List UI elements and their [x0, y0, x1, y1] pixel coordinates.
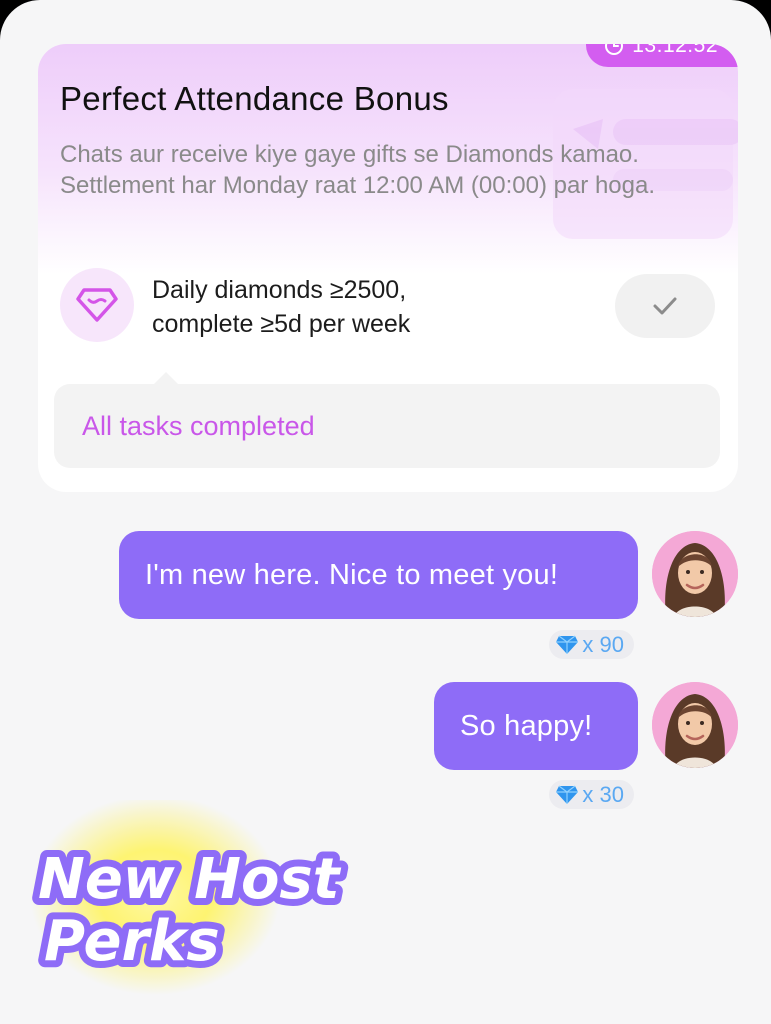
clock-icon — [605, 44, 624, 55]
chat-message-text: So happy! — [460, 709, 593, 742]
gift-count: x 30 — [582, 781, 624, 807]
avatar-portrait — [652, 531, 738, 617]
chat-message-text: I'm new here. Nice to meet you! — [145, 558, 559, 591]
task-icon-wrapper — [60, 268, 134, 342]
task-line-1: Daily diamonds ≥2500, — [152, 276, 407, 304]
avatar-portrait — [652, 682, 738, 768]
new-host-perks-sticker: New Host New Host Perks Perks — [30, 800, 350, 1000]
promo-line-2: Perks — [44, 909, 220, 974]
timer-value: 13:12:52 — [632, 44, 718, 57]
checkmark-icon — [653, 297, 677, 315]
attendance-bonus-card: 13:12:52 Perfect Attendance Bonus Chats … — [38, 44, 738, 492]
gift-count: x 90 — [582, 631, 624, 657]
diamond-gift-icon — [556, 635, 579, 654]
diamond-gift-icon — [556, 785, 579, 804]
chat-message-bubble[interactable]: So happy! — [434, 682, 638, 770]
task-description: Daily diamonds ≥2500, complete ≥5d per w… — [152, 273, 572, 341]
gift-badge: x 90 — [549, 630, 634, 659]
task-row: Daily diamonds ≥2500, complete ≥5d per w… — [60, 268, 716, 344]
promo-artwork: New Host New Host Perks Perks — [30, 800, 349, 995]
task-status-button[interactable] — [615, 274, 715, 338]
user-avatar[interactable] — [652, 531, 738, 617]
diamond-icon — [76, 288, 118, 322]
card-title: Perfect Attendance Bonus — [60, 80, 449, 117]
tasks-completed-label: All tasks completed — [82, 410, 315, 441]
user-avatar[interactable] — [652, 682, 738, 768]
countdown-timer: 13:12:52 — [586, 44, 738, 67]
promo-line-1: New Host — [38, 847, 342, 912]
chat-message-bubble[interactable]: I'm new here. Nice to meet you! — [119, 531, 638, 619]
card-description: Chats aur receive kiye gaye gifts se Dia… — [60, 141, 656, 199]
tasks-completed-banner: All tasks completed — [54, 372, 720, 468]
task-line-2: complete ≥5d per week — [152, 310, 411, 338]
gift-badge: x 30 — [549, 780, 634, 809]
app-screen: 13:12:52 Perfect Attendance Bonus Chats … — [0, 0, 771, 1024]
